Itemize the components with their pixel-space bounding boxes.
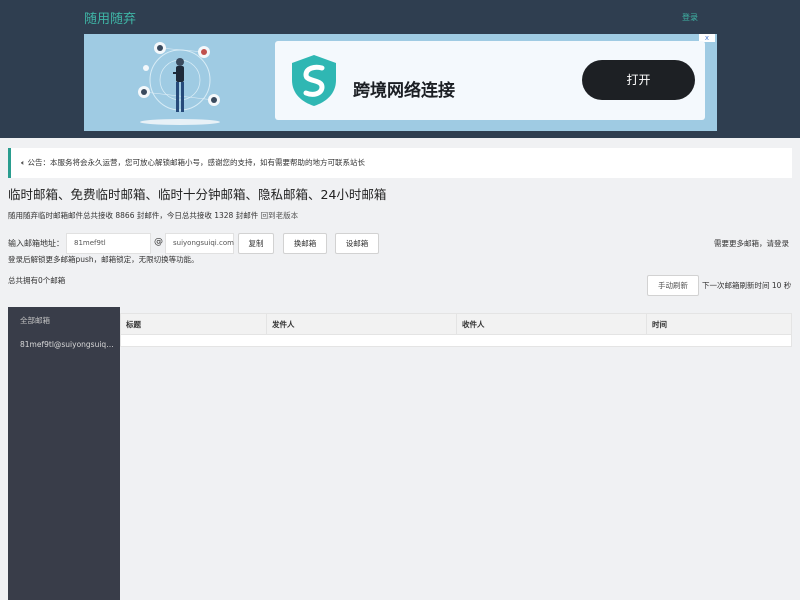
notice-prefix: 公告：: [27, 158, 51, 167]
notice-text: 本服务将会永久运营，您可放心解锁邮箱小号，感谢您的支持，如有需要帮助的地方可联系…: [50, 158, 365, 167]
advertisement-banner[interactable]: x 跨境网络连接 打开: [84, 34, 717, 131]
email-input-label: 输入邮箱地址：: [8, 239, 64, 248]
sidebar-item-mailbox[interactable]: 81mef9tl@suiyongsuiqi.com: [20, 340, 114, 349]
speaker-icon: 🔈︎: [21, 158, 26, 167]
ad-open-button[interactable]: 打开: [582, 60, 695, 100]
table-header: 标题 发件人 收件人 时间: [121, 314, 791, 335]
more-emails-login-hint[interactable]: 需要更多邮箱，请登录: [714, 238, 789, 249]
old-version-link[interactable]: 回到老版本: [261, 211, 299, 220]
column-header-recipient: 收件人: [456, 314, 646, 335]
set-email-button[interactable]: 设邮箱: [335, 233, 379, 254]
email-domain-select[interactable]: suiyongsuiqi.com: [165, 233, 234, 254]
refresh-countdown: 下一次邮箱刷新时间 10 秒: [702, 281, 792, 290]
announcement-bar: 🔈︎ 公告：本服务将会永久运营，您可放心解锁邮箱小号，感谢您的支持，如有需要帮助的…: [8, 148, 792, 178]
login-link[interactable]: 登录: [682, 12, 698, 23]
top-navbar: 随用随弃 登录 x 跨境网络连接 打开: [0, 0, 800, 138]
at-sign: @: [154, 237, 163, 247]
column-header-subject: 标题: [126, 320, 141, 329]
ad-illustration: [138, 42, 220, 125]
brand-logo[interactable]: 随用随弃: [84, 8, 136, 27]
sidebar-item-all[interactable]: 全部邮箱: [20, 315, 50, 326]
shield-logo-icon: [292, 55, 336, 106]
email-count: 总共拥有0个邮箱: [8, 276, 66, 285]
mail-stats: 随用随弃临时邮箱邮件总共接收 8866 封邮件，今日总共接收 1328 封邮件 …: [8, 210, 298, 221]
column-header-time: 时间: [646, 314, 791, 335]
stats-text: 随用随弃临时邮箱邮件总共接收 8866 封邮件，今日总共接收 1328 封邮件: [8, 211, 259, 220]
column-header-sender: 发件人: [266, 314, 456, 335]
ad-card[interactable]: 跨境网络连接 打开: [275, 41, 705, 120]
login-tip: 登录后解锁更多邮箱push，邮箱锁定，无限切换等功能。: [8, 255, 199, 264]
change-email-button[interactable]: 换邮箱: [283, 233, 327, 254]
page-title: 临时邮箱、免费临时邮箱、临时十分钟邮箱、隐私邮箱、24小时邮箱: [8, 187, 387, 202]
manual-refresh-button[interactable]: 手动刷新: [647, 275, 699, 296]
copy-button[interactable]: 复制: [238, 233, 274, 254]
ad-title: 跨境网络连接: [353, 81, 455, 101]
mailbox-sidebar: 全部邮箱 81mef9tl@suiyongsuiqi.com: [8, 307, 120, 600]
email-name-input[interactable]: 81mef9tl: [66, 233, 151, 254]
mail-table: 标题 发件人 收件人 时间: [120, 313, 792, 347]
